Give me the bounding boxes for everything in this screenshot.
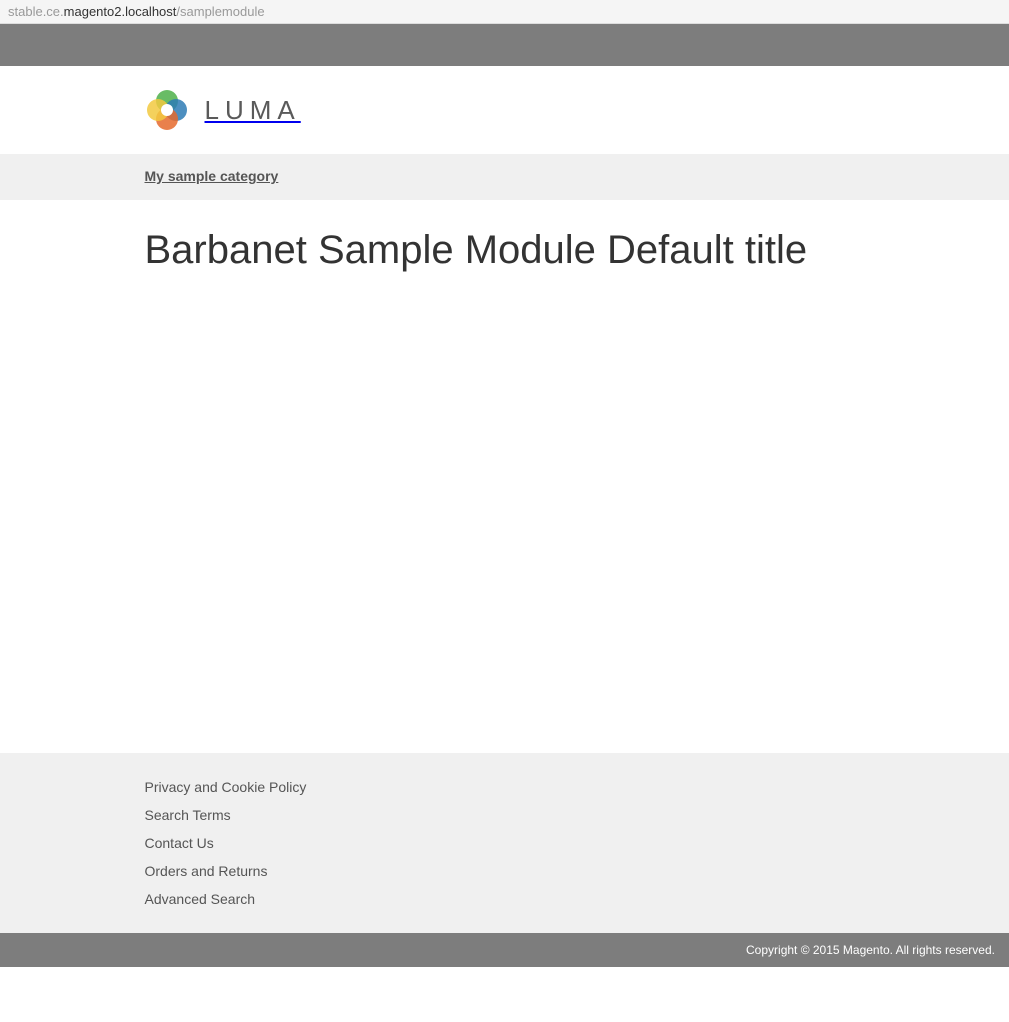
- footer-link-orders-returns[interactable]: Orders and Returns: [145, 863, 268, 879]
- copyright-bar: Copyright © 2015 Magento. All rights res…: [0, 933, 1009, 967]
- footer-links: Privacy and Cookie Policy Search Terms C…: [145, 779, 865, 909]
- url-prefix: stable.ce.: [8, 4, 64, 19]
- url-host: magento2.localhost: [64, 4, 177, 19]
- logo-link[interactable]: LUMA: [145, 88, 865, 132]
- nav-item-sample-category[interactable]: My sample category: [145, 168, 279, 184]
- footer-link-privacy[interactable]: Privacy and Cookie Policy: [145, 779, 307, 795]
- page-title: Barbanet Sample Module Default title: [145, 228, 865, 273]
- luma-logo-icon: [145, 88, 189, 132]
- footer-link-search-terms[interactable]: Search Terms: [145, 807, 231, 823]
- main-content: [0, 283, 1009, 753]
- header: LUMA: [0, 66, 1009, 154]
- logo-text: LUMA: [205, 95, 301, 126]
- copyright-text: Copyright © 2015 Magento. All rights res…: [746, 943, 995, 957]
- nav-bar: My sample category: [0, 154, 1009, 200]
- url-bar[interactable]: stable.ce.magento2.localhost/samplemodul…: [0, 0, 1009, 24]
- footer-link-contact[interactable]: Contact Us: [145, 835, 214, 851]
- top-panel-bar: [0, 24, 1009, 66]
- footer-link-advanced-search[interactable]: Advanced Search: [145, 891, 256, 907]
- footer: Privacy and Cookie Policy Search Terms C…: [0, 753, 1009, 933]
- url-path: /samplemodule: [176, 4, 264, 19]
- page-title-wrapper: Barbanet Sample Module Default title: [0, 200, 1009, 283]
